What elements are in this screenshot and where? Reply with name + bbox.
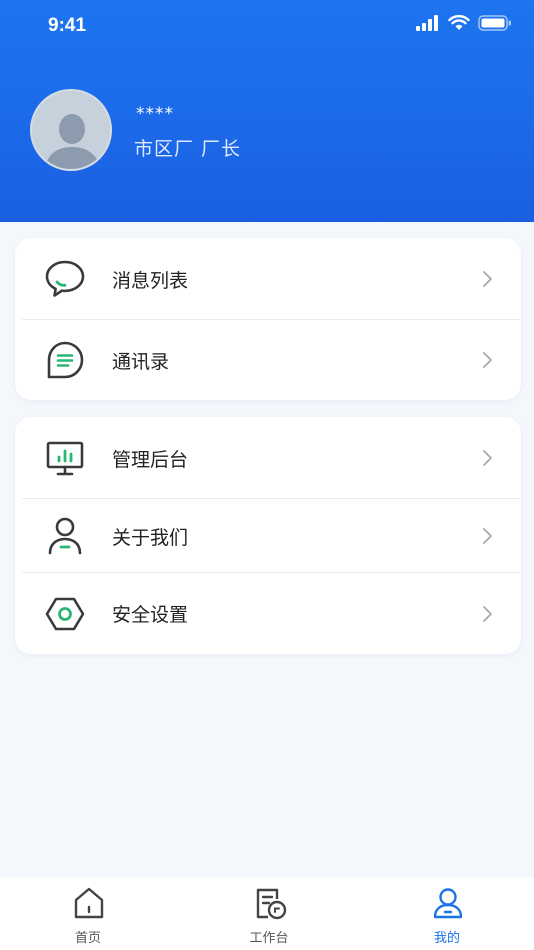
menu-card-communication: 消息列表 通讯录 bbox=[15, 238, 521, 400]
menu-card-system: 管理后台 关于我们 安全设置 bbox=[15, 417, 521, 654]
wifi-icon bbox=[448, 15, 470, 30]
signal-icon bbox=[416, 15, 438, 31]
menu-item-security[interactable]: 安全设置 bbox=[15, 573, 521, 654]
battery-icon bbox=[478, 15, 511, 31]
menu-label: 管理后台 bbox=[112, 448, 189, 471]
menu-item-messages[interactable]: 消息列表 bbox=[15, 238, 521, 320]
menu-item-about[interactable]: 关于我们 bbox=[15, 499, 521, 573]
menu-label: 通讯录 bbox=[112, 350, 170, 373]
profile-screen: 9:41 **** 市区厂 厂长 消息列表 通讯录 管理后台 关于我们 安全设置… bbox=[0, 0, 534, 950]
profile-header: 9:41 **** 市区厂 厂长 bbox=[0, 0, 534, 222]
tab-label: 我的 bbox=[433, 931, 460, 946]
status-time: 9:41 bbox=[48, 15, 87, 36]
user-icon bbox=[433, 888, 463, 919]
status-icons bbox=[416, 15, 512, 31]
home-icon bbox=[74, 887, 104, 919]
tab-label: 首页 bbox=[74, 931, 101, 946]
person-icon bbox=[43, 514, 87, 558]
hexagon-shield-icon bbox=[43, 592, 87, 636]
user-role: 市区厂 厂长 bbox=[134, 138, 242, 160]
chevron-right-icon bbox=[483, 450, 492, 466]
avatar-silhouette-icon bbox=[32, 91, 110, 169]
tab-label: 工作台 bbox=[249, 931, 289, 946]
menu-item-contacts[interactable]: 通讯录 bbox=[15, 320, 521, 400]
status-bar: 9:41 bbox=[0, 0, 534, 50]
menu-label: 关于我们 bbox=[112, 526, 189, 549]
chevron-right-icon bbox=[483, 352, 492, 368]
user-name: **** bbox=[136, 104, 174, 124]
avatar[interactable] bbox=[30, 89, 112, 171]
tab-mine[interactable]: 我的 bbox=[387, 877, 507, 950]
chevron-right-icon bbox=[483, 271, 492, 287]
chevron-right-icon bbox=[483, 605, 492, 622]
bottom-tab-bar: 首页 工作台 我的 bbox=[0, 877, 534, 950]
menu-item-admin[interactable]: 管理后台 bbox=[15, 417, 521, 499]
chevron-right-icon bbox=[483, 528, 492, 544]
document-icon bbox=[256, 888, 287, 920]
menu-label: 安全设置 bbox=[112, 604, 189, 626]
monitor-chart-icon bbox=[43, 436, 87, 480]
tab-workbench[interactable]: 工作台 bbox=[209, 877, 329, 950]
chat-bubble-icon bbox=[43, 257, 87, 301]
contacts-icon bbox=[43, 338, 87, 382]
menu-label: 消息列表 bbox=[112, 269, 189, 292]
tab-home[interactable]: 首页 bbox=[28, 877, 148, 950]
